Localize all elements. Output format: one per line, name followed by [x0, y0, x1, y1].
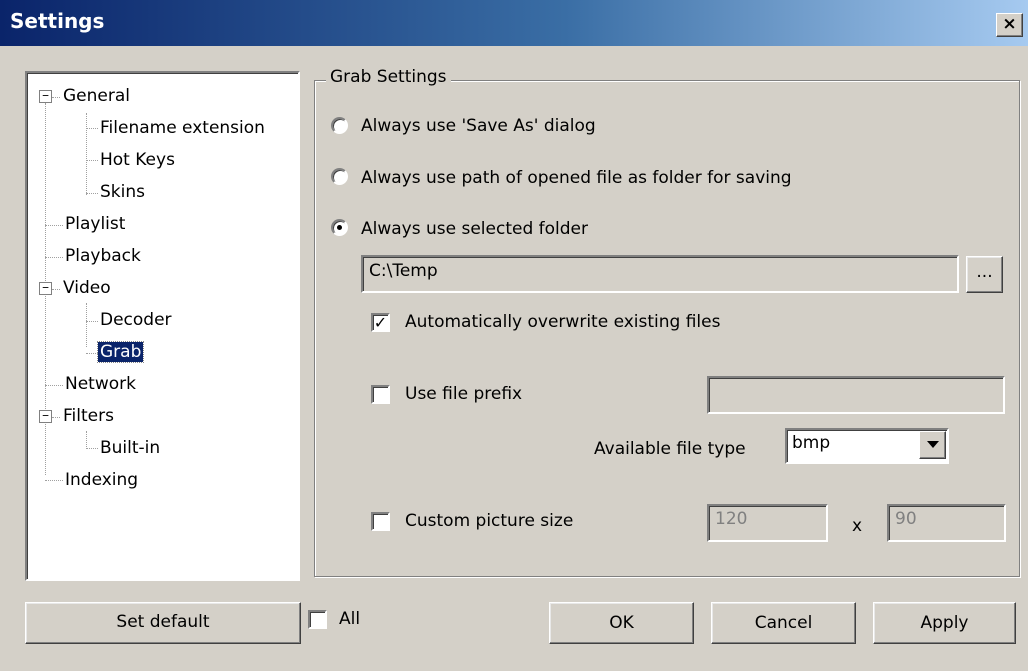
height-input[interactable]: 90 — [887, 504, 1006, 542]
radio-selected-folder-label[interactable]: Always use selected folder — [361, 219, 588, 239]
tree-item-decoder[interactable]: Decoder — [100, 310, 172, 330]
collapse-icon[interactable]: − — [39, 282, 52, 295]
cancel-button[interactable]: Cancel — [711, 602, 856, 644]
group-title: Grab Settings — [326, 67, 451, 87]
custom-size-checkbox[interactable] — [371, 512, 390, 531]
tree-item-video[interactable]: Video — [63, 278, 111, 298]
tree-item-hot-keys[interactable]: Hot Keys — [100, 150, 175, 170]
radio-opened-path-label[interactable]: Always use path of opened file as folder… — [361, 168, 792, 188]
tree-item-built-in[interactable]: Built-in — [100, 438, 160, 458]
tree-item-skins[interactable]: Skins — [100, 182, 145, 202]
tree-item-filters[interactable]: Filters — [63, 406, 114, 426]
prefix-input[interactable] — [707, 376, 1005, 414]
tree-connector-line — [86, 431, 87, 447]
radio-selected-dot — [337, 225, 342, 230]
radio-selected-folder[interactable] — [331, 219, 348, 236]
tree-item-network[interactable]: Network — [65, 374, 136, 394]
tree-connector-line — [86, 303, 87, 347]
folder-path-field[interactable]: C:\Temp — [361, 255, 959, 293]
all-label[interactable]: All — [339, 609, 360, 629]
collapse-icon[interactable]: − — [39, 410, 52, 423]
window-title: Settings — [10, 9, 105, 33]
tree-item-general[interactable]: General — [63, 86, 130, 106]
radio-save-as-label[interactable]: Always use 'Save As' dialog — [361, 116, 596, 136]
overwrite-checkbox[interactable]: ✓ — [371, 313, 390, 332]
all-checkbox[interactable] — [308, 610, 327, 629]
width-input[interactable]: 120 — [707, 504, 828, 542]
tree-item-playback[interactable]: Playback — [65, 246, 141, 266]
file-type-label: Available file type — [594, 439, 746, 459]
ok-button[interactable]: OK — [549, 602, 694, 644]
tree-item-indexing[interactable]: Indexing — [65, 470, 138, 490]
tree-item-filename-extension[interactable]: Filename extension — [100, 118, 265, 138]
collapse-icon[interactable]: − — [39, 90, 52, 103]
radio-opened-path[interactable] — [331, 168, 348, 185]
close-button[interactable]: × — [996, 13, 1023, 37]
use-prefix-checkbox[interactable] — [371, 385, 390, 404]
apply-button[interactable]: Apply — [873, 602, 1016, 644]
file-type-value: bmp — [792, 433, 831, 453]
overwrite-label[interactable]: Automatically overwrite existing files — [405, 312, 720, 332]
dropdown-arrow-icon[interactable] — [919, 431, 946, 459]
file-type-select[interactable]: bmp — [785, 428, 949, 464]
close-icon: × — [1002, 14, 1017, 34]
tree-item-grab[interactable]: Grab — [96, 341, 145, 363]
tree-item-playlist[interactable]: Playlist — [65, 214, 125, 234]
radio-save-as[interactable] — [331, 117, 348, 134]
use-prefix-label[interactable]: Use file prefix — [405, 384, 522, 404]
size-separator: x — [852, 516, 863, 536]
settings-tree[interactable]: − General Filename extension Hot Keys Sk… — [25, 71, 300, 581]
browse-button[interactable]: ... — [966, 256, 1003, 293]
set-default-button[interactable]: Set default — [25, 602, 301, 644]
tree-connector-line — [86, 113, 87, 195]
title-bar — [0, 0, 1028, 46]
custom-size-label[interactable]: Custom picture size — [405, 511, 573, 531]
